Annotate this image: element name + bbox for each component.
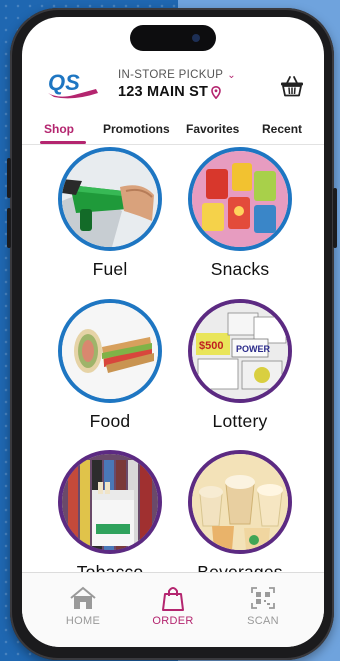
store-selector[interactable]: IN-STORE PICKUP ⌄ 123 MAIN ST — [118, 69, 268, 100]
address-label: 123 MAIN ST — [118, 84, 209, 100]
nav-home[interactable]: HOME — [48, 585, 118, 627]
pickup-mode: IN-STORE PICKUP ⌄ — [118, 69, 268, 81]
lottery-tickets-image: $500 POWER — [188, 299, 292, 403]
cigarette-pack-image — [58, 450, 162, 554]
pickup-label: IN-STORE PICKUP — [118, 69, 224, 81]
camera-icon — [192, 34, 200, 42]
basket-icon[interactable] — [280, 75, 304, 97]
store-address: 123 MAIN ST — [118, 84, 268, 100]
logo-text: QS — [48, 70, 80, 95]
tab-favorites[interactable]: Favorites — [186, 122, 239, 136]
home-icon — [70, 586, 96, 609]
qs-logo[interactable]: QS — [44, 69, 100, 99]
category-label: Snacks — [210, 259, 270, 279]
volume-button — [7, 158, 11, 198]
category-food[interactable]: Food — [50, 299, 170, 432]
category-label: Food — [89, 411, 131, 431]
qr-scan-icon — [251, 587, 275, 609]
sandwich-wrap-image — [58, 299, 162, 403]
nav-scan[interactable]: SCAN — [228, 585, 298, 627]
category-snacks[interactable]: Snacks — [180, 147, 300, 280]
dynamic-island — [130, 25, 216, 51]
svg-text:POWER: POWER — [236, 344, 271, 354]
tab-shop[interactable]: Shop — [44, 122, 74, 136]
bottom-nav: HOME ORDER SCAN — [22, 572, 324, 647]
category-grid: Fuel Snacks Food $500 POWER Lottery — [22, 147, 324, 587]
category-beverages[interactable]: Beverages — [180, 450, 300, 583]
nav-scan-label: SCAN — [247, 615, 279, 627]
volume-button — [7, 208, 11, 248]
category-label: Lottery — [212, 411, 268, 431]
category-fuel[interactable]: Fuel — [50, 147, 170, 280]
category-lottery[interactable]: $500 POWER Lottery — [180, 299, 300, 432]
svg-text:$500: $500 — [199, 340, 223, 352]
chevron-down-icon: ⌄ — [227, 69, 236, 81]
category-tabs: Shop Promotions Favorites Recent — [22, 115, 324, 145]
category-tobacco[interactable]: Tobacco — [50, 450, 170, 583]
snack-bags-image — [188, 147, 292, 251]
tab-recent[interactable]: Recent — [262, 122, 302, 136]
nav-home-label: HOME — [65, 615, 101, 627]
location-pin-icon — [211, 85, 221, 99]
tab-promotions[interactable]: Promotions — [103, 122, 170, 136]
app-screen: QS IN-STORE PICKUP ⌄ 123 MAIN ST Shop Pr — [22, 17, 324, 647]
power-button — [333, 188, 337, 248]
frozen-drinks-image — [188, 450, 292, 554]
active-tab-indicator — [40, 141, 86, 144]
nav-order-label: ORDER — [152, 615, 194, 627]
nav-order[interactable]: ORDER — [138, 585, 208, 627]
fuel-nozzle-image — [58, 147, 162, 251]
app-header: QS IN-STORE PICKUP ⌄ 123 MAIN ST — [22, 53, 324, 113]
shopping-bag-icon — [162, 587, 184, 611]
category-label: Fuel — [92, 259, 128, 279]
